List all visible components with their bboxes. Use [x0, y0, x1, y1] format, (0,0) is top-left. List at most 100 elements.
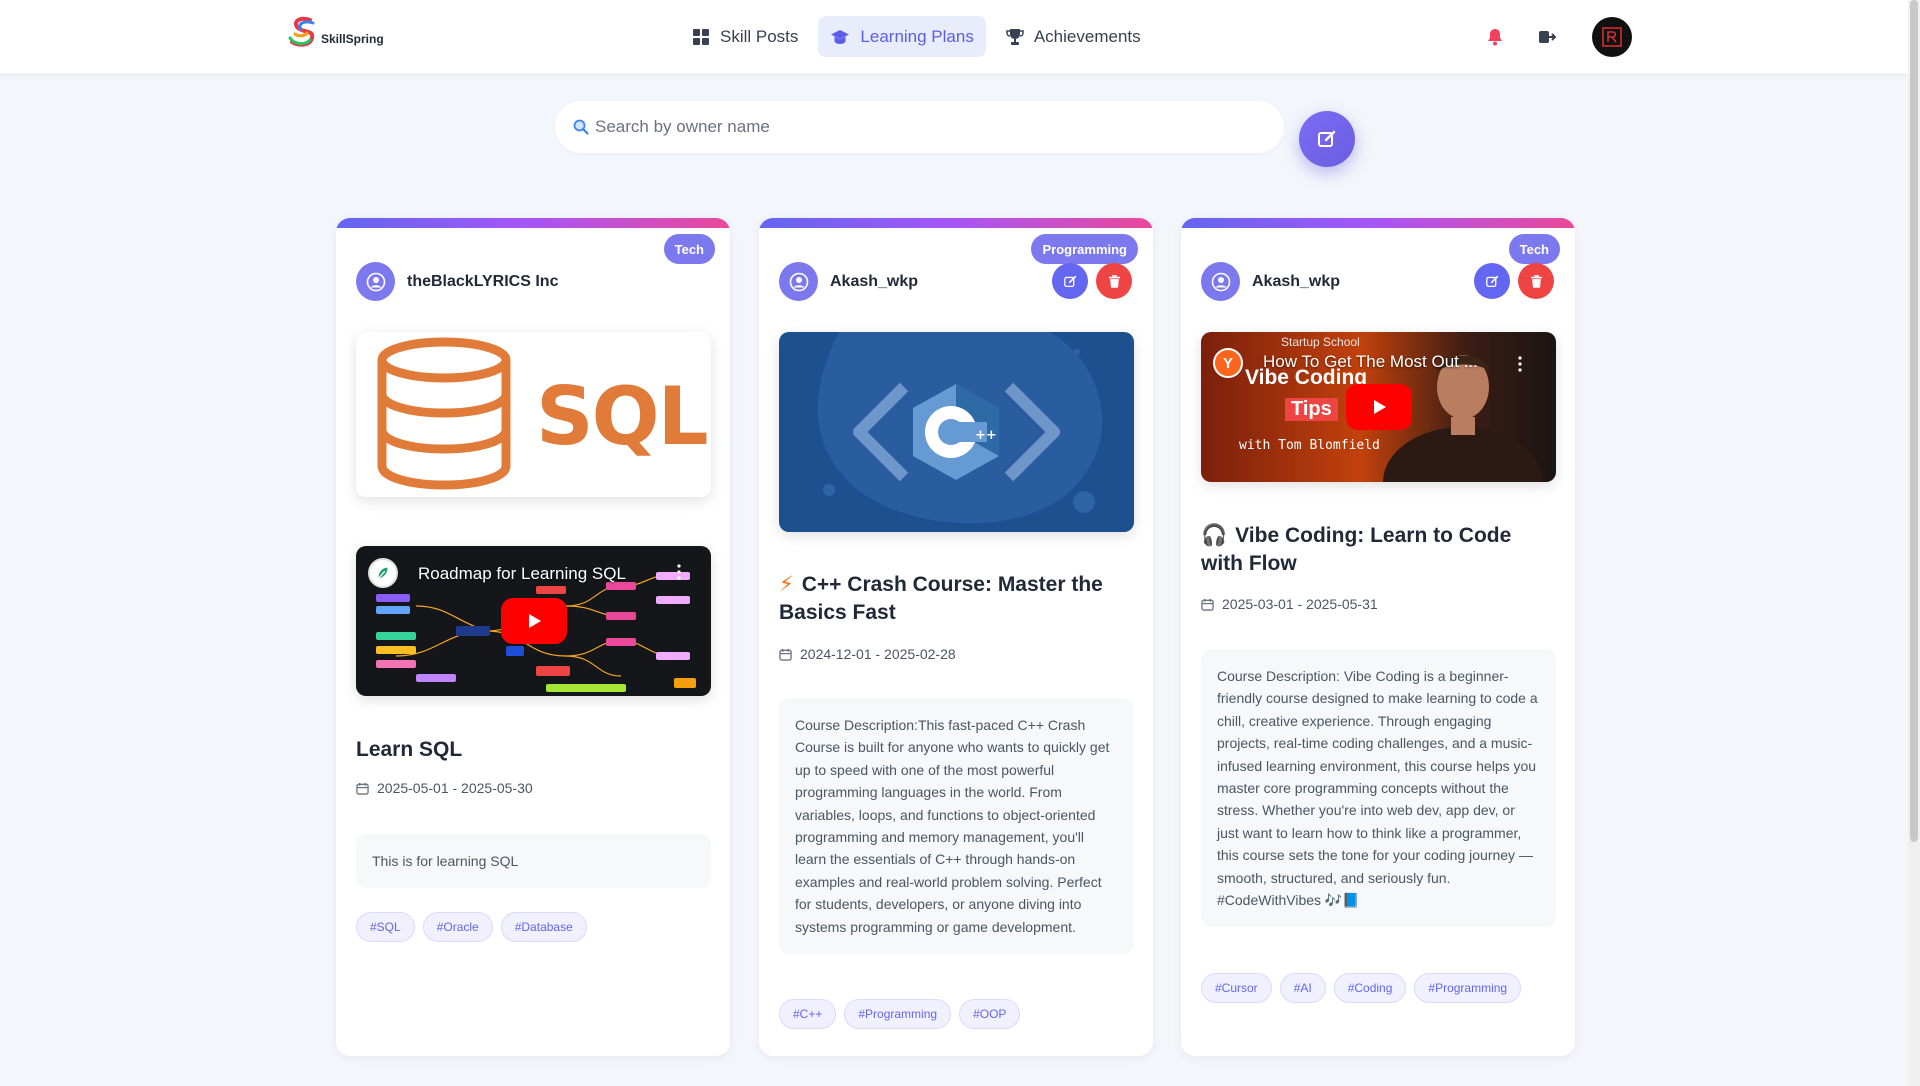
nav-actions	[1484, 17, 1632, 57]
category-badge: Tech	[1508, 234, 1560, 264]
tag[interactable]: #Programming	[1414, 973, 1522, 1003]
edit-icon	[1318, 130, 1336, 147]
tag[interactable]: #AI	[1279, 973, 1326, 1003]
plan-tags: #Cursor #AI #Coding #Programming	[1201, 973, 1522, 1003]
plan-dates: 2025-05-01 - 2025-05-30	[356, 780, 533, 796]
y-combinator-icon: Y	[1222, 354, 1233, 372]
edit-plan-button[interactable]	[1052, 263, 1088, 299]
plan-description: This is for learning SQL	[356, 834, 711, 888]
logout-icon[interactable]	[1536, 26, 1558, 48]
video-play-button[interactable]	[501, 598, 567, 644]
more-vertical-icon[interactable]	[677, 564, 681, 580]
owner-search-input[interactable]	[595, 117, 1235, 137]
video-play-button[interactable]	[1346, 384, 1412, 430]
learning-plan-card: Tech theBlackLYRICS Inc SQL Roadmap for …	[336, 218, 730, 1056]
owner-search-bar	[555, 101, 1284, 153]
plan-dates: 2025-03-01 - 2025-05-31	[1201, 596, 1378, 612]
owner-info: theBlackLYRICS Inc	[356, 262, 558, 301]
brand-name: SkillSpring	[321, 32, 384, 46]
nav-achievements-label: Achievements	[1033, 26, 1141, 46]
main-nav: Skill Posts Learning Plans Achievements	[680, 16, 1153, 57]
channel-avatar[interactable]: Y	[1213, 348, 1243, 378]
plan-dates-text: 2024-12-01 - 2025-02-28	[800, 646, 956, 662]
cpp-plus-mark: ++	[975, 428, 997, 443]
card-accent-bar	[1181, 218, 1575, 228]
owner-info: Akash_wkp	[1201, 262, 1340, 301]
tag[interactable]: #Oracle	[422, 912, 493, 942]
headphones-icon: 🎧	[1201, 524, 1228, 547]
sql-logo-text: SQL	[536, 370, 709, 463]
video-embed[interactable]: Roadmap for Learning SQL	[356, 546, 711, 696]
trash-icon	[1530, 274, 1542, 288]
create-plan-button[interactable]	[1299, 111, 1355, 167]
brand-logo[interactable]: SkillSpring	[286, 14, 384, 50]
more-vertical-icon[interactable]	[1518, 356, 1522, 372]
tag[interactable]: #SQL	[356, 912, 415, 942]
cpp-logo-icon: ++	[817, 332, 1103, 524]
plan-description: Course Description: Vibe Coding is a beg…	[1201, 649, 1556, 928]
tag[interactable]: #Programming	[844, 999, 952, 1029]
plan-dates-text: 2025-03-01 - 2025-05-31	[1222, 596, 1378, 612]
scrollbar-thumb[interactable]	[1910, 0, 1918, 842]
edit-icon	[1063, 275, 1076, 287]
video-overlay-caption: with Tom Blomfield	[1239, 438, 1380, 453]
channel-avatar[interactable]	[368, 558, 398, 588]
channel-logo-icon	[378, 567, 388, 579]
tag[interactable]: #OOP	[959, 999, 1021, 1029]
plan-title: 🎧 Vibe Coding: Learn to Code with Flow	[1201, 522, 1556, 578]
category-badge: Programming	[1031, 234, 1138, 264]
user-avatar[interactable]	[1592, 17, 1632, 57]
category-badge: Tech	[663, 234, 715, 264]
plan-dates-text: 2025-05-01 - 2025-05-30	[377, 780, 533, 796]
play-icon	[1374, 400, 1386, 414]
card-accent-bar	[759, 218, 1153, 228]
search-icon	[573, 119, 589, 135]
video-title: Roadmap for Learning SQL	[418, 564, 626, 583]
delete-plan-button[interactable]	[1518, 263, 1554, 299]
plan-tags: #C++ #Programming #OOP	[779, 999, 1021, 1029]
video-overlay-badge: Tips	[1285, 398, 1338, 421]
play-icon	[529, 614, 541, 628]
plan-image-sql: SQL	[356, 332, 711, 497]
nav-learning-plans[interactable]: Learning Plans	[818, 16, 986, 57]
owner-avatar	[356, 262, 395, 301]
page-scrollbar[interactable]	[1908, 0, 1920, 1086]
plan-title-text: C++ Crash Course: Master the Basics Fast	[779, 573, 1103, 624]
tag[interactable]: #Cursor	[1201, 973, 1272, 1003]
nav-achievements[interactable]: Achievements	[994, 16, 1153, 57]
plan-title-text: Vibe Coding: Learn to Code with Flow	[1201, 524, 1512, 575]
notification-bell-icon[interactable]	[1484, 26, 1506, 48]
nav-skill-posts-label: Skill Posts	[720, 26, 799, 46]
trophy-icon	[1006, 28, 1024, 45]
calendar-icon	[356, 782, 369, 795]
calendar-icon	[1201, 598, 1214, 611]
tag[interactable]: #Database	[500, 912, 587, 942]
edit-icon	[1485, 275, 1498, 287]
plan-tags: #SQL #Oracle #Database	[356, 912, 587, 942]
owner-name: theBlackLYRICS Inc	[407, 272, 559, 290]
owner-name: Akash_wkp	[1252, 272, 1341, 290]
user-circle-icon	[366, 272, 385, 291]
calendar-icon	[779, 648, 792, 661]
tag[interactable]: #Coding	[1333, 973, 1407, 1003]
user-circle-icon	[789, 272, 808, 291]
top-navbar: SkillSpring Skill Posts Learning Plans A…	[0, 0, 1908, 73]
owner-name: Akash_wkp	[830, 272, 919, 290]
nav-skill-posts[interactable]: Skill Posts	[680, 16, 810, 57]
grid-icon	[693, 28, 709, 45]
owner-avatar	[779, 262, 818, 301]
delete-plan-button[interactable]	[1096, 263, 1132, 299]
trash-icon	[1108, 274, 1120, 288]
user-circle-icon	[1211, 272, 1230, 291]
edit-plan-button[interactable]	[1474, 263, 1510, 299]
plan-title: ⚡ C++ Crash Course: Master the Basics Fas…	[779, 571, 1134, 627]
tag[interactable]: #C++	[779, 999, 837, 1029]
video-channel: Startup School	[1281, 335, 1360, 349]
video-embed[interactable]: Y Startup School How To Get The Most Out…	[1201, 332, 1556, 482]
avatar-emblem-icon	[1602, 27, 1622, 47]
plan-image-cpp: ++	[779, 332, 1134, 532]
learning-plan-card: Tech Akash_wkp Y Startup School How To G…	[1181, 218, 1575, 1056]
card-accent-bar	[336, 218, 730, 228]
lightning-icon: ⚡	[779, 573, 794, 596]
learning-plan-card: Programming Akash_wkp ++ ⚡ C++ Crash Cou…	[759, 218, 1153, 1056]
